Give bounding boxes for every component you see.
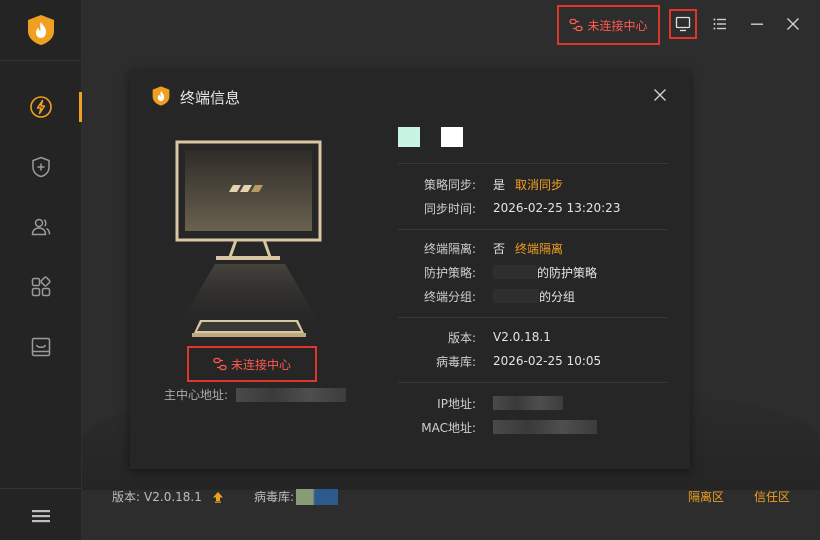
section-divider [398,382,668,383]
isolation-value: 否 [493,241,506,256]
ip-row: IP地址: [398,394,668,412]
center-connection-status[interactable]: 未连接中心 [187,346,317,382]
version-label: 版本: [447,330,476,345]
terminal-group-value: 的分组 [539,289,576,304]
cancel-sync-link[interactable]: 取消同步 [515,176,563,193]
footer-version: 版本: V2.0.18.1 [112,488,224,505]
protect-policy-value: 的防护策略 [537,265,598,280]
window-close-button[interactable] [779,9,807,39]
sidebar-item-security[interactable] [26,152,56,182]
sidebar-divider-bottom [0,488,82,489]
sync-time-value: 2026-02-25 13:20:23 [493,201,621,215]
section-divider [398,229,668,230]
sidebar-divider [0,60,82,61]
virus-db-value: 2026-02-25 10:05 [493,354,602,368]
main-center-address-label: 主中心地址: [164,388,229,402]
color-chips [398,127,463,147]
sidebar [0,0,82,540]
users-icon [31,218,51,236]
lightning-icon [30,96,52,118]
ip-label: IP地址: [437,396,476,411]
section-divider [398,317,668,318]
main-center-address-redacted [236,387,347,402]
terminal-group-label: 终端分组: [423,289,476,304]
terminal-group-redacted [493,289,539,303]
section-divider [398,163,668,164]
list-icon [713,18,726,30]
list-button[interactable] [706,9,734,39]
ip-redacted [493,396,563,410]
version-row: 版本: V2.0.18.1 [398,328,668,346]
apps-icon [31,276,51,297]
sidebar-active-indicator [79,92,82,122]
policy-sync-row: 策略同步: 是 取消同步 [398,175,668,193]
footer-virus-db-redacted [296,488,339,505]
dialog-title: 终端信息 [180,89,241,107]
protect-policy-redacted [493,265,537,279]
main-center-address: 主中心地址: [164,386,347,403]
policy-sync-value: 是 [493,177,506,192]
terminal-group-row: 终端分组: 的分组 [398,287,668,305]
virus-db-label: 病毒库: [435,354,476,369]
sidebar-item-apps[interactable] [26,272,56,302]
dialog-close-icon[interactable] [652,87,668,103]
sync-time-row: 同步时间: 2026-02-25 13:20:23 [398,199,668,217]
footer-version-label: 版本: [112,490,141,504]
monitor-button[interactable] [669,9,697,39]
center-status-label: 未连接中心 [230,357,291,372]
app-logo-icon [28,15,54,45]
color-chip-mint [398,127,420,147]
footer-virus-db: 病毒库: [254,488,339,505]
minimize-icon [751,23,763,25]
protect-policy-label: 防护策略: [423,265,476,280]
link-broken-icon [569,18,584,32]
link-broken-icon [213,357,227,371]
terminal-info-dialog: 终端信息 未连接中心 主中心地址: 策略同步: 是 取消同步 同步时间: 202… [130,71,690,469]
isolation-label: 终端隔离: [423,241,476,256]
quarantine-link[interactable]: 隔离区 [688,488,724,505]
protect-policy-row: 防护策略: 的防护策略 [398,263,668,281]
virus-db-row: 病毒库: 2026-02-25 10:05 [398,352,668,370]
inbox-icon [31,337,51,357]
sidebar-item-protection[interactable] [26,92,56,122]
version-value: V2.0.18.1 [493,330,551,344]
terminal-illustration [175,140,322,337]
policy-sync-label: 策略同步: [423,177,476,192]
minimize-button[interactable] [743,9,771,39]
isolate-terminal-link[interactable]: 终端隔离 [515,240,563,257]
menu-icon[interactable] [28,505,54,527]
mac-row: MAC地址: [398,418,668,436]
isolation-row: 终端隔离: 否 终端隔离 [398,239,668,257]
mac-redacted [493,420,597,434]
connection-status-label: 未连接中心 [587,18,648,33]
sidebar-item-inbox[interactable] [26,332,56,362]
upgrade-icon[interactable] [212,491,224,503]
sync-time-label: 同步时间: [423,201,476,216]
footer-virus-db-label: 病毒库: [254,490,295,504]
sidebar-item-users[interactable] [26,212,56,242]
shield-plus-icon [32,156,50,178]
dialog-logo-icon [152,86,170,106]
trust-zone-link[interactable]: 信任区 [754,488,790,505]
close-icon [787,18,799,30]
mac-label: MAC地址: [421,420,476,435]
monitor-icon [675,16,691,32]
connection-status-button[interactable]: 未连接中心 [557,5,660,45]
color-chip-white [441,127,463,147]
footer-version-value: V2.0.18.1 [144,489,202,504]
